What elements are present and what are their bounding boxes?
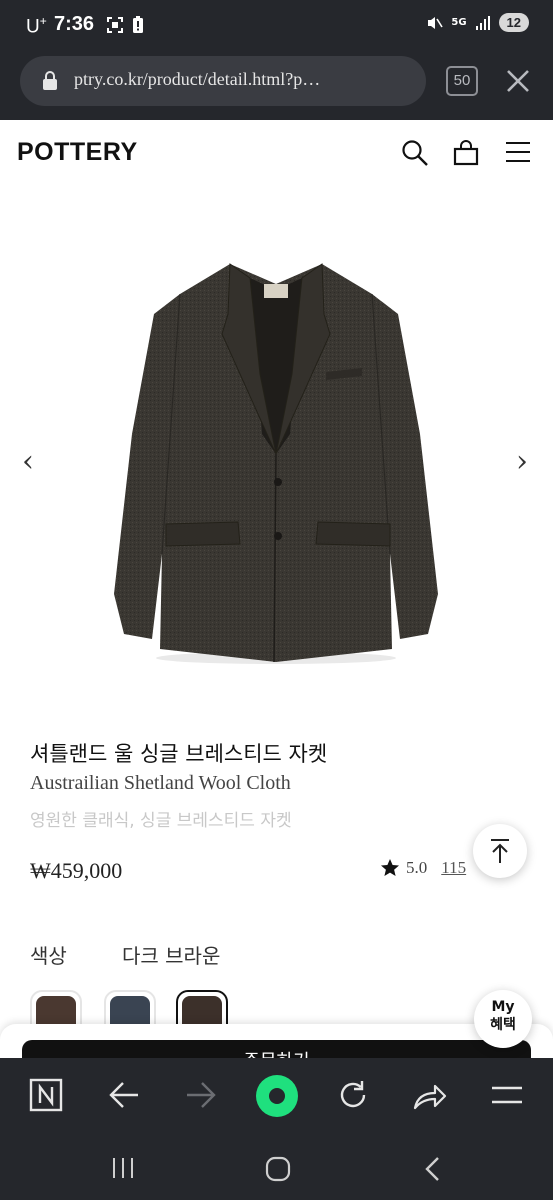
scroll-to-top-button[interactable] — [473, 824, 527, 878]
menu-icon[interactable] — [505, 139, 531, 165]
product-name-ko: 셔틀랜드 울 싱글 브레스티드 자켓 — [30, 742, 328, 766]
recents-icon[interactable] — [111, 1156, 135, 1180]
site-logo[interactable]: POTTERY — [17, 138, 138, 167]
prev-image-arrow[interactable]: ‹ — [22, 444, 34, 479]
battery-alert-icon — [133, 16, 143, 33]
my-benefit-button[interactable]: My 혜택 — [474, 990, 532, 1048]
back-icon[interactable] — [108, 1078, 140, 1112]
clock: 7:36 — [54, 13, 95, 35]
color-option-selected: 다크 브라운 — [122, 944, 221, 968]
n-icon[interactable] — [29, 1078, 63, 1112]
review-count-link[interactable]: 115 — [441, 858, 466, 878]
lock-icon — [43, 71, 57, 90]
status-bar: U+ 7:36 5G 12 — [0, 0, 553, 52]
close-icon[interactable] — [504, 67, 532, 95]
product-gallery[interactable]: ‹ › — [0, 186, 553, 726]
home-dot — [269, 1088, 285, 1104]
carrier-label: U+ — [26, 14, 47, 38]
forward-icon — [187, 1082, 216, 1108]
nav-back-icon[interactable] — [423, 1156, 443, 1182]
share-icon[interactable] — [412, 1078, 448, 1112]
home-button[interactable] — [256, 1075, 298, 1117]
product-rating[interactable]: 5.0 115 — [380, 858, 466, 878]
my-benefit-line1: My — [491, 999, 515, 1015]
hamburger-icon[interactable] — [490, 1078, 524, 1112]
color-option-label: 색상 — [30, 944, 67, 968]
refresh-icon[interactable] — [336, 1078, 370, 1112]
product-name-en: Austrailian Shetland Wool Cloth — [30, 772, 291, 794]
product-image — [114, 263, 438, 664]
star-icon — [381, 859, 399, 876]
home-circle-icon[interactable] — [265, 1156, 291, 1182]
network-type: 5G — [451, 16, 467, 28]
browser-url-bar: ptry.co.kr/product/detail.html?p… 50 — [0, 52, 553, 120]
my-benefit-line2: 혜택 — [490, 1017, 516, 1033]
next-image-arrow[interactable]: › — [516, 444, 528, 479]
browser-toolbar — [0, 1058, 553, 1136]
product-description: 영원한 클래식, 싱글 브레스티드 자켓 — [30, 811, 292, 831]
arrow-up-icon — [491, 839, 509, 863]
search-icon[interactable] — [401, 139, 429, 167]
tab-count-button[interactable]: 50 — [446, 66, 478, 96]
rating-value: 5.0 — [406, 858, 428, 877]
site-header: POTTERY — [0, 120, 553, 186]
system-nav-bar — [0, 1136, 553, 1200]
url-text: ptry.co.kr/product/detail.html?p… — [74, 69, 321, 89]
battery-level: 12 — [498, 13, 529, 32]
address-field[interactable]: ptry.co.kr/product/detail.html?p… — [20, 56, 426, 106]
screenshot-icon — [107, 17, 123, 33]
product-price: ₩459,000 — [30, 858, 123, 883]
signal-icon — [475, 15, 490, 30]
mute-icon — [428, 16, 444, 29]
cart-icon[interactable] — [452, 139, 480, 167]
